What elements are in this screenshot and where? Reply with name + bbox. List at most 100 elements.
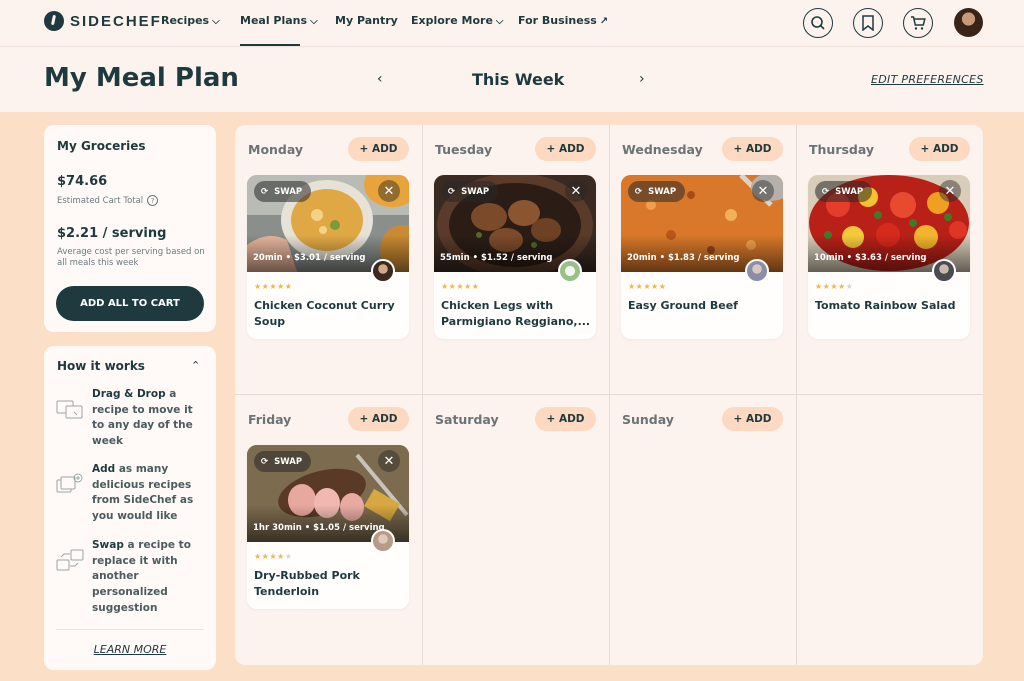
day-name: Sunday: [622, 412, 674, 427]
author-avatar[interactable]: [558, 259, 582, 283]
add-recipe-button[interactable]: + ADD: [535, 407, 596, 431]
rating-stars: ★★★★★: [441, 282, 480, 291]
chevron-down-icon: ⌵: [310, 16, 318, 27]
author-avatar[interactable]: [371, 259, 395, 283]
recipe-meta: 20min • $3.01 / serving: [253, 253, 366, 263]
close-icon: ✕: [944, 183, 956, 199]
swap-button[interactable]: ⟳ SWAP: [441, 181, 499, 202]
rating-stars: ★★★★★: [628, 282, 667, 291]
chevron-down-icon: ⌵: [212, 16, 220, 27]
nav-for-business[interactable]: For Business ↗: [518, 14, 608, 27]
close-icon: ✕: [383, 183, 395, 199]
remove-recipe-button[interactable]: ✕: [565, 180, 587, 202]
learn-more-link[interactable]: LEARN MORE: [44, 643, 216, 656]
next-week-button[interactable]: ›: [639, 71, 645, 87]
rating-stars: ★★★★★: [254, 552, 293, 561]
day-thursday[interactable]: Thursday + ADD ⟳ SWAP ✕ 10min • $3.63 / s…: [796, 125, 983, 395]
recipe-card[interactable]: ⟳ SWAP ✕ 1hr 30min • $1.05 / serving ★★★★…: [247, 445, 409, 609]
cart-icon: [911, 16, 926, 30]
sidechef-logo[interactable]: SIDECHEF: [44, 11, 162, 31]
nav-recipes[interactable]: Recipes ⌵: [161, 14, 220, 27]
day-name: Tuesday: [435, 142, 493, 157]
edit-preferences-link[interactable]: EDIT PREFERENCES: [871, 73, 984, 86]
add-recipe-button[interactable]: + ADD: [348, 137, 409, 161]
recipe-title[interactable]: Easy Ground Beef: [628, 298, 778, 314]
recipe-title[interactable]: Tomato Rainbow Salad: [815, 298, 965, 314]
author-avatar[interactable]: [932, 259, 956, 283]
nav-my-pantry[interactable]: My Pantry: [335, 14, 398, 27]
recipe-title[interactable]: Chicken Coconut Curry Soup: [254, 298, 404, 330]
groceries-title: My Groceries: [57, 139, 146, 153]
day-saturday[interactable]: Saturday + ADD: [422, 395, 609, 665]
per-serving-cost: $2.21 / serving: [57, 226, 167, 241]
divider: [56, 629, 204, 630]
remove-recipe-button[interactable]: ✕: [378, 180, 400, 202]
add-recipe-button[interactable]: + ADD: [722, 407, 783, 431]
external-arrow-icon: ↗: [599, 16, 609, 27]
swap-button[interactable]: ⟳ SWAP: [628, 181, 686, 202]
cart-button[interactable]: [903, 8, 933, 38]
remove-recipe-button[interactable]: ✕: [752, 180, 774, 202]
rating-stars: ★★★★★: [815, 282, 854, 291]
cart-total: $74.66: [57, 174, 108, 189]
day-tuesday[interactable]: Tuesday + ADD ⟳ SWAP ✕ 55min • $1.52 / se…: [422, 125, 609, 395]
drag-drop-icon: [56, 400, 83, 419]
cart-total-label: Estimated Cart Total ?: [57, 195, 159, 206]
search-button[interactable]: [803, 8, 833, 38]
nav-meal-plans[interactable]: Meal Plans ⌵: [240, 14, 318, 27]
top-nav: SIDECHEF Recipes ⌵ Meal Plans ⌵ My Pantry …: [0, 0, 1024, 47]
add-recipe-button[interactable]: + ADD: [909, 137, 970, 161]
recipe-title[interactable]: Dry-Rubbed Pork Tenderloin: [254, 568, 404, 600]
day-wednesday[interactable]: Wednesday + ADD ⟳ SWAP ✕ 20min • $1.83 / …: [609, 125, 796, 395]
rating-stars: ★★★★★: [254, 282, 293, 291]
add-recipe-button[interactable]: + ADD: [348, 407, 409, 431]
recipe-title[interactable]: Chicken Legs with Parmigiano Reggiano,..…: [441, 298, 591, 330]
recipe-card[interactable]: ⟳ SWAP ✕ 55min • $1.52 / serving ★★★★★ Ch…: [434, 175, 596, 339]
add-all-to-cart-button[interactable]: ADD ALL TO CART: [56, 286, 204, 321]
groceries-card: My Groceries $74.66 Estimated Cart Total…: [44, 125, 216, 332]
remove-recipe-button[interactable]: ✕: [378, 450, 400, 472]
swap-button[interactable]: ⟳ SWAP: [254, 181, 312, 202]
add-recipe-button[interactable]: + ADD: [722, 137, 783, 161]
day-name: Thursday: [809, 142, 875, 157]
swap-recipes-icon: [56, 549, 84, 571]
prev-week-button[interactable]: ‹: [377, 71, 383, 87]
day-sunday[interactable]: Sunday + ADD: [609, 395, 796, 665]
refresh-icon: ⟳: [635, 186, 643, 197]
author-avatar[interactable]: [371, 529, 395, 553]
refresh-icon: ⟳: [261, 186, 269, 197]
search-icon: [811, 16, 825, 30]
refresh-icon: ⟳: [448, 186, 456, 197]
recipe-meta: 1hr 30min • $1.05 / serving: [253, 523, 385, 533]
day-monday[interactable]: Monday + ADD ⟳ SWAP ✕ 20min • $3.01 / ser…: [235, 125, 422, 395]
page-title: My Meal Plan: [44, 63, 239, 93]
recipe-card[interactable]: ⟳ SWAP ✕ 10min • $3.63 / serving ★★★★★ To…: [808, 175, 970, 339]
recipe-meta: 55min • $1.52 / serving: [440, 253, 553, 263]
swap-button[interactable]: ⟳ SWAP: [815, 181, 873, 202]
help-icon[interactable]: ?: [147, 195, 159, 206]
remove-recipe-button[interactable]: ✕: [939, 180, 961, 202]
day-name: Saturday: [435, 412, 499, 427]
recipe-meta: 10min • $3.63 / serving: [814, 253, 927, 263]
nav-explore-more[interactable]: Explore More ⌵: [411, 14, 504, 27]
user-avatar[interactable]: [954, 8, 983, 37]
swap-button[interactable]: ⟳ SWAP: [254, 451, 312, 472]
week-label: This Week: [472, 70, 565, 89]
day-friday[interactable]: Friday + ADD ⟳ SWAP ✕ 1hr 30min • $1.05 /…: [235, 395, 422, 665]
add-recipe-button[interactable]: + ADD: [535, 137, 596, 161]
saved-button[interactable]: [853, 8, 883, 38]
chevron-up-icon[interactable]: ⌃: [191, 359, 200, 372]
recipe-meta: 20min • $1.83 / serving: [627, 253, 740, 263]
close-icon: ✕: [570, 183, 582, 199]
logo-icon: [44, 11, 64, 31]
author-avatar[interactable]: [745, 259, 769, 283]
bookmark-icon: [862, 15, 874, 31]
refresh-icon: ⟳: [261, 456, 269, 467]
recipe-card[interactable]: ⟳ SWAP ✕ 20min • $3.01 / serving ★★★★★ Ch…: [247, 175, 409, 339]
step-swap: Swap a recipe to replace it with another…: [56, 538, 206, 618]
day-name: Monday: [248, 142, 304, 157]
chevron-down-icon: ⌵: [495, 16, 504, 27]
close-icon: ✕: [757, 183, 769, 199]
week-grid: Monday + ADD ⟳ SWAP ✕ 20min • $3.01 / ser…: [235, 125, 983, 665]
recipe-card[interactable]: ⟳ SWAP ✕ 20min • $1.83 / serving ★★★★★ Ea…: [621, 175, 783, 339]
